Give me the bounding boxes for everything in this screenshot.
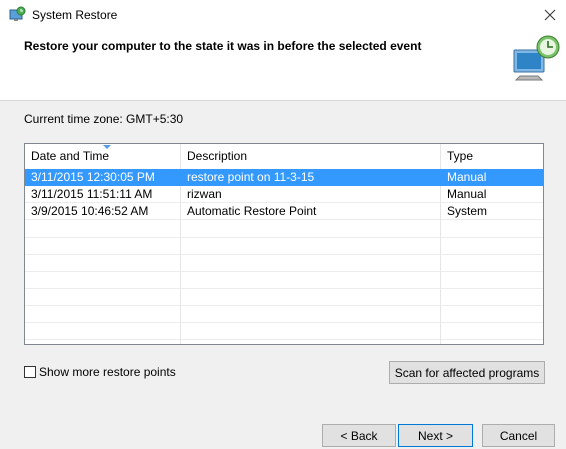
- timezone-label: Current time zone: GMT+5:30: [24, 112, 184, 126]
- column-header-type[interactable]: Type: [441, 144, 543, 169]
- column-header-date-label: Date and Time: [31, 149, 110, 163]
- column-header-description[interactable]: Description: [181, 144, 441, 169]
- column-header-description-label: Description: [187, 149, 248, 163]
- row-date: 3/11/2015 11:51:11 AM: [31, 187, 153, 201]
- table-row[interactable]: 3/9/2015 10:46:52 AM Automatic Restore P…: [25, 203, 543, 220]
- system-restore-icon: [8, 6, 26, 24]
- window-title: System Restore: [32, 8, 118, 22]
- row-gridline: [25, 339, 543, 340]
- table-row[interactable]: 3/11/2015 12:30:05 PM restore point on 1…: [25, 169, 543, 186]
- cancel-button[interactable]: Cancel: [482, 424, 555, 447]
- row-date: 3/11/2015 12:30:05 PM: [31, 170, 155, 184]
- row-gridline: [25, 288, 543, 289]
- title-bar: System Restore: [0, 0, 566, 32]
- next-button[interactable]: Next >: [398, 424, 473, 447]
- row-gridline: [25, 322, 543, 323]
- row-gridline: [25, 271, 543, 272]
- row-gridline: [25, 237, 543, 238]
- row-gridline: [25, 254, 543, 255]
- restore-point-list[interactable]: Date and Time Description Type 3/11/2015…: [24, 143, 544, 345]
- column-header-date[interactable]: Date and Time: [25, 144, 181, 169]
- row-description: rizwan: [187, 187, 222, 201]
- row-type: Manual: [447, 170, 487, 184]
- page-headline: Restore your computer to the state it wa…: [24, 39, 422, 53]
- row-type: Manual: [447, 187, 487, 201]
- back-button[interactable]: < Back: [322, 424, 396, 447]
- restore-monitor-clock-icon: [512, 34, 562, 82]
- close-icon: [544, 9, 556, 24]
- show-more-checkbox[interactable]: [24, 366, 36, 378]
- row-description: restore point on 11-3-15: [187, 170, 315, 184]
- row-date: 3/9/2015 10:46:52 AM: [31, 204, 149, 218]
- sort-arrow-icon: [103, 145, 111, 149]
- table-row[interactable]: 3/11/2015 11:51:11 AM rizwan Manual: [25, 186, 543, 203]
- show-more-restore-points-option[interactable]: Show more restore points: [24, 365, 176, 379]
- row-type: System: [447, 204, 488, 218]
- column-header-row: Date and Time Description Type: [25, 144, 543, 170]
- scan-affected-programs-button[interactable]: Scan for affected programs: [389, 361, 545, 384]
- row-description: Automatic Restore Point: [187, 204, 317, 218]
- column-header-type-label: Type: [447, 149, 474, 163]
- show-more-label[interactable]: Show more restore points: [39, 365, 176, 379]
- row-gridline: [25, 305, 543, 306]
- close-button[interactable]: [534, 0, 566, 32]
